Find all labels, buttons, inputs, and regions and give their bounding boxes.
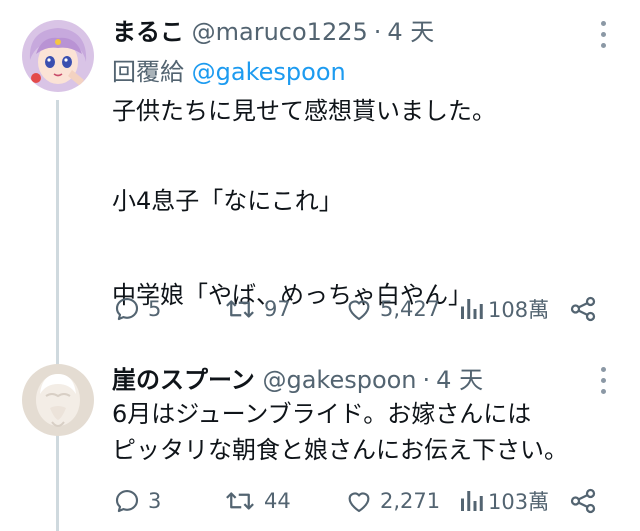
replying-to: 回覆給 @gakespoon — [112, 56, 346, 88]
retweet-icon — [226, 300, 254, 318]
like-count: 2,271 — [380, 489, 441, 513]
reply-icon — [115, 297, 139, 321]
tweet-text-line: 子供たちに見せて感想貰いました。 — [112, 97, 496, 125]
separator-dot: · — [373, 18, 382, 46]
tweet-header: 崖のスプーン @gakespoon · 4 天 — [112, 364, 483, 396]
tweet-text-line: 小4息子「なにこれ」 — [112, 187, 343, 215]
more-dots-icon — [601, 389, 606, 394]
user-handle[interactable]: @maruco1225 — [192, 18, 368, 46]
tweet-text: 6月はジューンブライド。お嫁さんには ピッタリな朝食と娘さんにお伝え下さい。 — [112, 396, 622, 468]
reply-button[interactable]: 5 — [110, 292, 161, 326]
share-icon — [570, 488, 596, 514]
retweet-button[interactable]: 97 — [220, 292, 291, 326]
tweet-1: まるこ @maruco1225 · 4 天 回覆給 @gakespoon 子供たちに… — [0, 0, 640, 340]
separator-dot: · — [422, 366, 431, 394]
heart-icon — [348, 300, 370, 321]
reply-icon — [115, 489, 139, 513]
share-icon — [570, 296, 596, 322]
like-button[interactable]: 2,271 — [342, 484, 440, 518]
more-options-button[interactable] — [596, 366, 612, 396]
user-handle[interactable]: @gakespoon — [262, 366, 416, 394]
tweet-header: まるこ @maruco1225 · 4 天 — [112, 16, 434, 48]
retweet-count: 97 — [264, 297, 291, 321]
views-button[interactable]: 103萬 — [458, 484, 549, 518]
share-button[interactable] — [568, 484, 602, 518]
tweet-text-line: ピッタリな朝食と娘さんにお伝え下さい。 — [112, 436, 568, 464]
more-dots-icon — [601, 32, 606, 37]
share-button[interactable] — [568, 292, 602, 326]
like-button[interactable]: 5,427 — [342, 292, 440, 326]
reply-prefix: 回覆給 — [112, 58, 184, 86]
more-dots-icon — [601, 43, 606, 48]
retweet-count: 44 — [264, 489, 291, 513]
views-button[interactable]: 108萬 — [458, 292, 549, 326]
reply-mention-link[interactable]: @gakespoon — [192, 58, 346, 86]
display-name[interactable]: まるこ — [112, 18, 184, 46]
more-dots-icon — [601, 378, 606, 383]
tweet-text-line — [112, 219, 622, 255]
tweet-text-line — [112, 129, 622, 165]
view-count: 103萬 — [488, 490, 550, 514]
avatar[interactable] — [22, 364, 94, 436]
tweet-text-line: 6月はジューンブライド。お嫁さんには — [112, 400, 532, 428]
timestamp[interactable]: 4 天 — [387, 18, 434, 46]
timestamp[interactable]: 4 天 — [436, 366, 483, 394]
reply-count: 3 — [148, 489, 162, 513]
heart-icon — [348, 492, 370, 513]
white-sculpture-avatar-icon — [22, 364, 94, 436]
avatar[interactable] — [22, 20, 94, 92]
like-count: 5,427 — [380, 297, 441, 321]
tweet-text: 子供たちに見せて感想貰いました。 小4息子「なにこれ」 中学娘「やば、めっちゃ白… — [112, 93, 622, 313]
tweet-2: 崖のスプーン @gakespoon · 4 天 6月はジューンブライド。お嫁さんには… — [0, 340, 640, 531]
more-dots-icon — [601, 21, 606, 26]
more-dots-icon — [601, 367, 606, 372]
tweet-actions: 5 97 5,427 108萬 — [110, 292, 610, 326]
views-chart-icon — [461, 491, 483, 511]
views-chart-icon — [461, 299, 483, 319]
retweet-icon — [226, 492, 254, 510]
tweet-actions: 3 44 2,271 103萬 — [110, 484, 610, 518]
anime-character-avatar-icon — [22, 20, 94, 92]
more-options-button[interactable] — [596, 20, 612, 50]
reply-button[interactable]: 3 — [110, 484, 161, 518]
display-name[interactable]: 崖のスプーン — [112, 366, 255, 394]
view-count: 108萬 — [488, 298, 550, 322]
retweet-button[interactable]: 44 — [220, 484, 291, 518]
reply-count: 5 — [148, 297, 162, 321]
